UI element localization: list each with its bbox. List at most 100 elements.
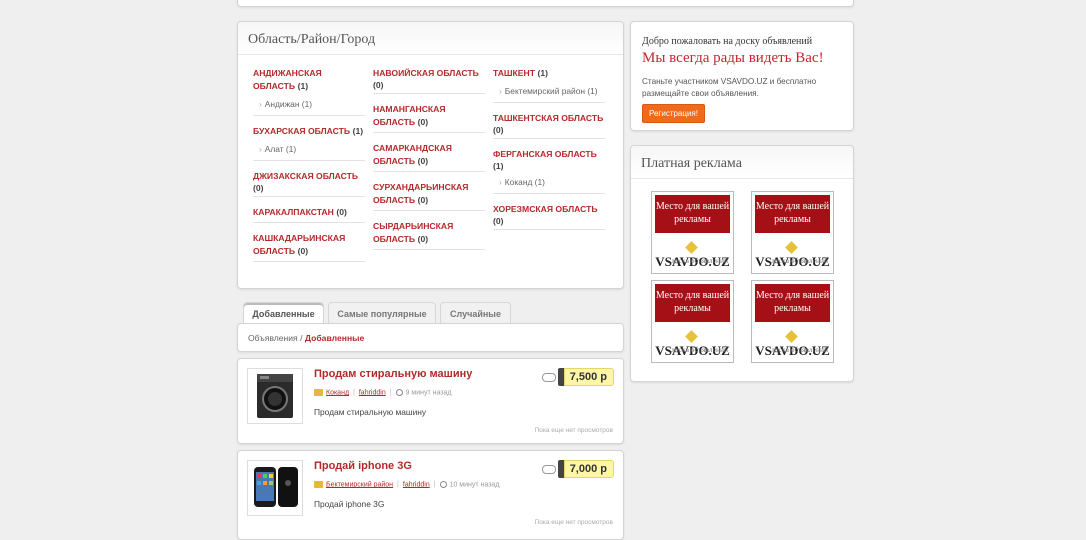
listing-description: Продам стиральную машину	[314, 407, 427, 417]
listing-thumbnail[interactable]	[247, 368, 303, 424]
city-link[interactable]: Коканд (1)	[499, 177, 605, 188]
listing-time: 9 минут назад	[405, 389, 452, 397]
listing-location[interactable]: Коканд	[326, 389, 349, 396]
region-count: (1)	[493, 161, 504, 171]
city-link[interactable]: Бектемирский район (1)	[499, 86, 605, 97]
listing-title[interactable]: Продам стиральную машину	[314, 368, 472, 380]
welcome-text: Станьте участником VSAVDO.UZ и бесплатно…	[642, 77, 817, 98]
region-link[interactable]: СЫРДАРЬИНСКАЯ ОБЛАСТЬ	[373, 221, 453, 244]
city-link[interactable]: Алат (1)	[259, 144, 365, 155]
region-link[interactable]: НАМАНГАНСКАЯ ОБЛАСТЬ	[373, 104, 446, 127]
region-count: (0)	[493, 125, 504, 135]
price-tag-icon	[541, 372, 556, 382]
regions-title: Область/Район/Город	[238, 22, 623, 55]
region-entry: КАРАКАЛПАКСТАН (0)	[253, 206, 365, 223]
breadcrumb: Объявления / Добавленные	[237, 323, 624, 352]
ad-banner[interactable]: Место для вашей рекламы VSAVDO.UZ доска …	[651, 280, 734, 363]
breadcrumb-current: Добавленные	[304, 333, 365, 343]
region-count: (0)	[417, 156, 429, 166]
regions-column: НАВОИЙСКАЯ ОБЛАСТЬ (0) НАМАНГАНСКАЯ ОБЛАС…	[373, 67, 485, 259]
regions-panel: Область/Район/Город АНДИЖАНСКАЯ ОБЛАСТЬ …	[237, 21, 624, 289]
region-count: (0)	[417, 117, 429, 127]
region-entry: КАШКАДАРЬИНСКАЯ ОБЛАСТЬ (0)	[253, 232, 365, 262]
listing-time: 10 минут назад	[449, 481, 500, 489]
region-entry: СУРХАНДАРЬИНСКАЯ ОБЛАСТЬ (0)	[373, 181, 485, 211]
paid-ads-title: Платная реклама	[631, 146, 853, 179]
top-panel-edge	[237, 0, 854, 7]
region-link[interactable]: ХОРЕЗМСКАЯ ОБЛАСТЬ	[493, 204, 598, 214]
region-entry: ФЕРГАНСКАЯ ОБЛАСТЬ (1) Коканд (1)	[493, 148, 605, 194]
listing-views: Пока еще нет просмотров	[534, 427, 613, 434]
region-count: (0)	[417, 234, 429, 244]
region-entry: ХОРЕЗМСКАЯ ОБЛАСТЬ (0)	[493, 203, 605, 230]
region-link[interactable]: БУХАРСКАЯ ОБЛАСТЬ	[253, 126, 350, 136]
register-button[interactable]: Регистрация!	[642, 104, 705, 123]
region-link[interactable]: ТАШКЕНТСКАЯ ОБЛАСТЬ	[493, 113, 603, 123]
region-link[interactable]: ДЖИЗАКСКАЯ ОБЛАСТЬ	[253, 171, 358, 181]
region-link[interactable]: САМАРКАНДСКАЯ ОБЛАСТЬ	[373, 143, 452, 166]
listing-author[interactable]: fahriddin	[359, 389, 386, 396]
listing-title[interactable]: Продай iphone 3G	[314, 460, 412, 472]
ad-banner[interactable]: Место для вашей рекламы VSAVDO.UZ доска …	[751, 191, 834, 274]
listing-price: 7,500 р	[563, 368, 614, 386]
region-entry: САМАРКАНДСКАЯ ОБЛАСТЬ (0)	[373, 142, 485, 172]
paid-ads-panel: Платная реклама Место для вашей рекламы …	[630, 145, 854, 382]
region-count: (0)	[493, 216, 504, 226]
ad-banner-text: Место для вашей рекламы	[755, 284, 830, 322]
clock-icon	[395, 389, 403, 396]
region-entry: СЫРДАРЬИНСКАЯ ОБЛАСТЬ (0)	[373, 220, 485, 250]
region-count: (0)	[417, 195, 429, 205]
region-link[interactable]: АНДИЖАНСКАЯ ОБЛАСТЬ	[253, 68, 322, 91]
welcome-headline: Мы всегда рады видеть Вас!	[642, 50, 824, 66]
region-count: (1)	[537, 68, 549, 78]
listing-item: Продам стиральную машину 7,500 р Коканд |…	[237, 358, 624, 444]
ad-banner[interactable]: Место для вашей рекламы VSAVDO.UZ доска …	[751, 280, 834, 363]
city-link[interactable]: Андижан (1)	[259, 99, 365, 110]
region-count: (0)	[336, 207, 347, 217]
listing-location[interactable]: Бектемирский район	[326, 481, 393, 488]
listing-views: Пока еще нет просмотров	[534, 519, 613, 526]
smartphone-icon	[254, 467, 298, 507]
price-tag: 7,500 р	[541, 368, 614, 386]
region-link[interactable]: НАВОИЙСКАЯ ОБЛАСТЬ	[373, 68, 479, 78]
ad-banner-text: Место для вашей рекламы	[655, 284, 730, 322]
tab-popular[interactable]: Самые популярные	[328, 302, 436, 324]
ad-banner-text: Место для вашей рекламы	[655, 195, 730, 233]
price-tag-icon	[541, 464, 556, 474]
ad-banner[interactable]: Место для вашей рекламы VSAVDO.UZ доска …	[651, 191, 734, 274]
welcome-line: Добро пожаловать на доску объявлений	[642, 36, 813, 47]
ad-logo-sub: доска объявлений	[770, 256, 829, 265]
region-entry: НАМАНГАНСКАЯ ОБЛАСТЬ (0)	[373, 103, 485, 133]
washing-machine-icon	[257, 374, 293, 418]
regions-column: АНДИЖАНСКАЯ ОБЛАСТЬ (1) Андижан (1) БУХАРС…	[253, 67, 365, 271]
folder-icon	[314, 389, 323, 396]
clock-icon	[439, 481, 447, 488]
region-link[interactable]: ТАШКЕНТ	[493, 68, 535, 78]
listing-author[interactable]: fahriddin	[403, 481, 430, 488]
region-link[interactable]: ФЕРГАНСКАЯ ОБЛАСТЬ	[493, 149, 597, 159]
ad-logo: VSAVDO.UZ	[655, 238, 730, 270]
listing-price: 7,000 р	[563, 460, 614, 478]
listing-thumbnail[interactable]	[247, 460, 303, 516]
ad-logo-sub: доска объявлений	[770, 345, 829, 354]
price-tag: 7,000 р	[541, 460, 614, 478]
region-entry: БУХАРСКАЯ ОБЛАСТЬ (1) Алат (1)	[253, 125, 365, 161]
welcome-panel: Добро пожаловать на доску объявлений Мы …	[630, 21, 854, 131]
region-entry: НАВОИЙСКАЯ ОБЛАСТЬ (0)	[373, 67, 485, 94]
ad-logo-sub: доска объявлений	[670, 256, 729, 265]
region-entry: ДЖИЗАКСКАЯ ОБЛАСТЬ (0)	[253, 170, 365, 197]
region-count: (1)	[352, 126, 364, 136]
folder-icon	[314, 481, 323, 488]
region-entry: ТАШКЕНТ (1) Бектемирский район (1)	[493, 67, 605, 103]
tab-added[interactable]: Добавленные	[243, 302, 324, 325]
region-entry: АНДИЖАНСКАЯ ОБЛАСТЬ (1) Андижан (1)	[253, 67, 365, 116]
region-count: (0)	[373, 80, 384, 90]
region-entry: ТАШКЕНТСКАЯ ОБЛАСТЬ (0)	[493, 112, 605, 139]
region-link[interactable]: КАРАКАЛПАКСТАН	[253, 207, 334, 217]
listing-meta: Бектемирский район | fahriddin | 10 минут на…	[314, 481, 499, 488]
tab-random[interactable]: Случайные	[440, 302, 511, 324]
ad-banner-text: Место для вашей рекламы	[755, 195, 830, 233]
breadcrumb-root[interactable]: Объявления	[248, 333, 298, 343]
listing-meta: Коканд | fahriddin | 9 минут назад	[314, 389, 452, 396]
listing-description: Продай iphone 3G	[314, 499, 385, 509]
